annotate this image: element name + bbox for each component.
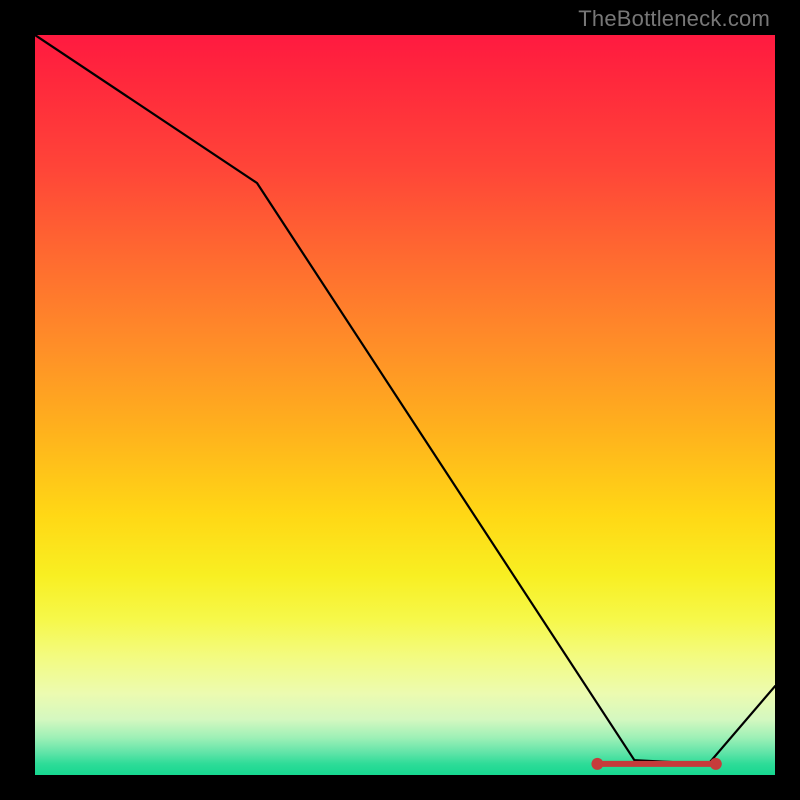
performance-curve (35, 35, 775, 764)
chart-overlay (35, 35, 775, 775)
optimal-range-start-dot (591, 758, 603, 770)
chart-frame: TheBottleneck.com (0, 0, 800, 800)
attribution-label: TheBottleneck.com (578, 6, 770, 32)
optimal-range-end-dot (710, 758, 722, 770)
